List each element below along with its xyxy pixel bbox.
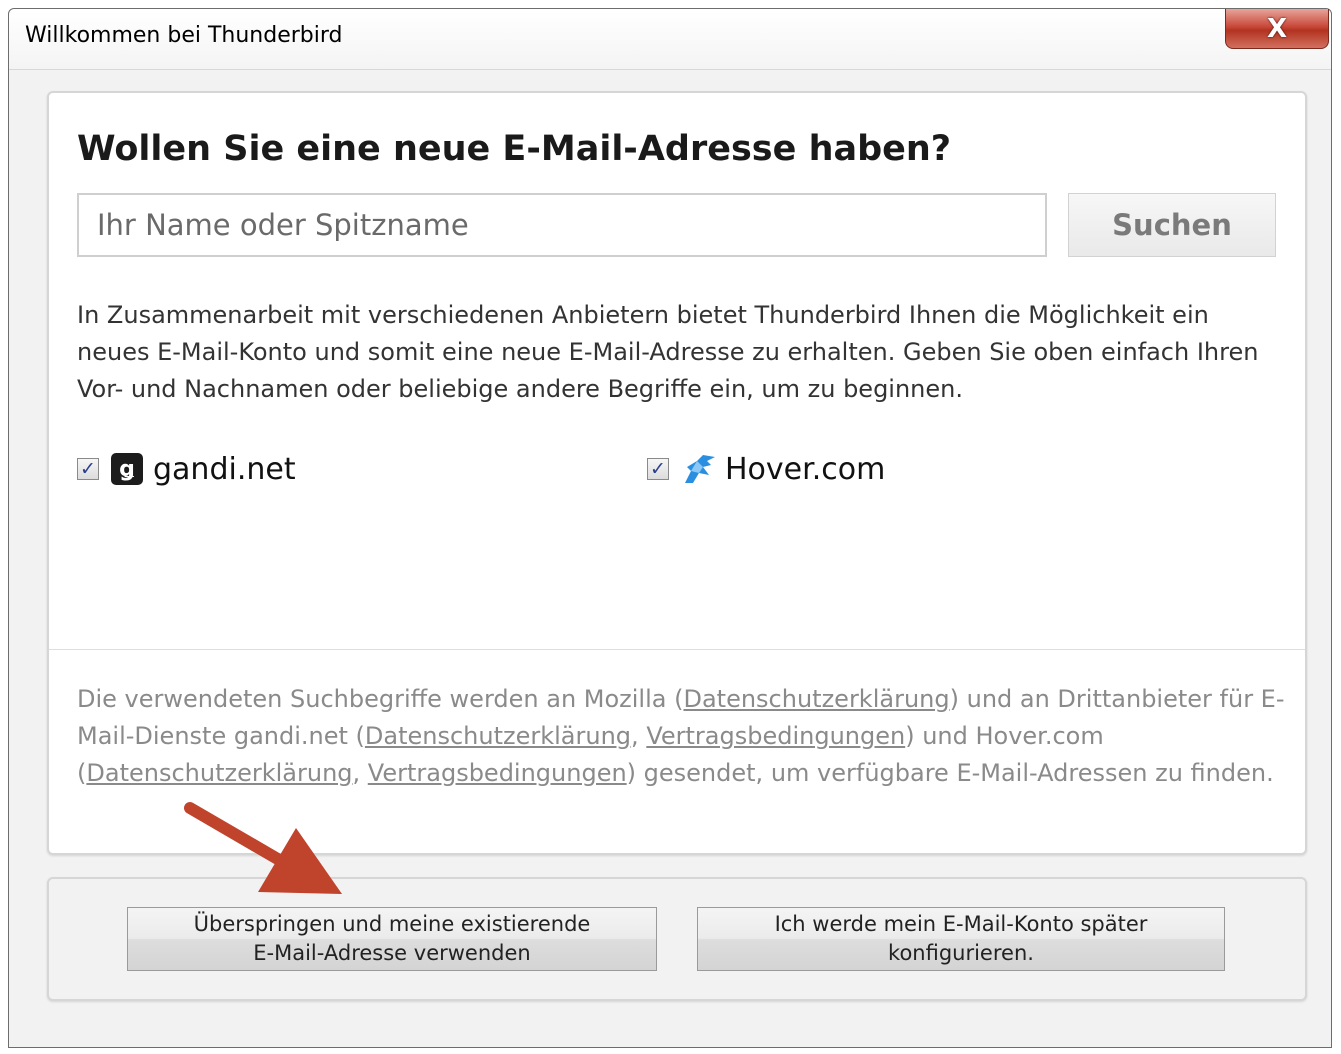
link-hover-terms[interactable]: Vertragsbedingungen [368, 759, 627, 787]
annotation-arrow-icon [184, 802, 342, 894]
configure-later-button[interactable]: Ich werde mein E-Mail-Konto später konfi… [697, 907, 1225, 971]
privacy-separator: , [352, 759, 368, 787]
page-title: Wollen Sie eine neue E-Mail-Adresse habe… [77, 129, 952, 169]
privacy-separator: , [631, 722, 647, 750]
privacy-text: ) gesendet, um verfügbare E-Mail-Adresse… [626, 759, 1274, 787]
link-gandi-terms[interactable]: Vertragsbedingungen [646, 722, 905, 750]
title-bar[interactable]: Willkommen bei Thunderbird X [9, 9, 1331, 70]
link-hover-privacy[interactable]: Datenschutzerklärung [86, 759, 352, 787]
provider-hover[interactable]: ✓ Hover.com [647, 449, 885, 489]
search-button[interactable]: Suchen [1068, 193, 1276, 257]
privacy-text: Die verwendeten Suchbegriffe werden an M… [77, 685, 684, 713]
close-button[interactable]: X [1225, 9, 1329, 49]
link-gandi-privacy[interactable]: Datenschutzerklärung [365, 722, 631, 750]
window-title: Willkommen bei Thunderbird [25, 23, 343, 48]
gandi-logo-icon: ǥ [111, 453, 143, 485]
provider-hover-checkbox[interactable]: ✓ [647, 458, 669, 480]
link-mozilla-privacy[interactable]: Datenschutzerklärung [683, 685, 949, 713]
provider-gandi[interactable]: ✓ ǥ gandi.net [77, 449, 296, 489]
intro-description: In Zusammenarbeit mit verschiedenen Anbi… [77, 301, 1259, 403]
provider-gandi-label: gandi.net [153, 451, 296, 487]
section-divider [49, 649, 1305, 650]
privacy-notice: Die verwendeten Suchbegriffe werden an M… [77, 681, 1287, 792]
hover-logo-icon [685, 455, 715, 483]
skip-use-existing-button[interactable]: Überspringen und meine existierende E-Ma… [127, 907, 657, 971]
provider-gandi-checkbox[interactable]: ✓ [77, 458, 99, 480]
new-email-panel: Wollen Sie eine neue E-Mail-Adresse habe… [47, 91, 1307, 855]
name-search-input[interactable] [77, 193, 1047, 257]
provider-hover-label: Hover.com [725, 451, 886, 487]
